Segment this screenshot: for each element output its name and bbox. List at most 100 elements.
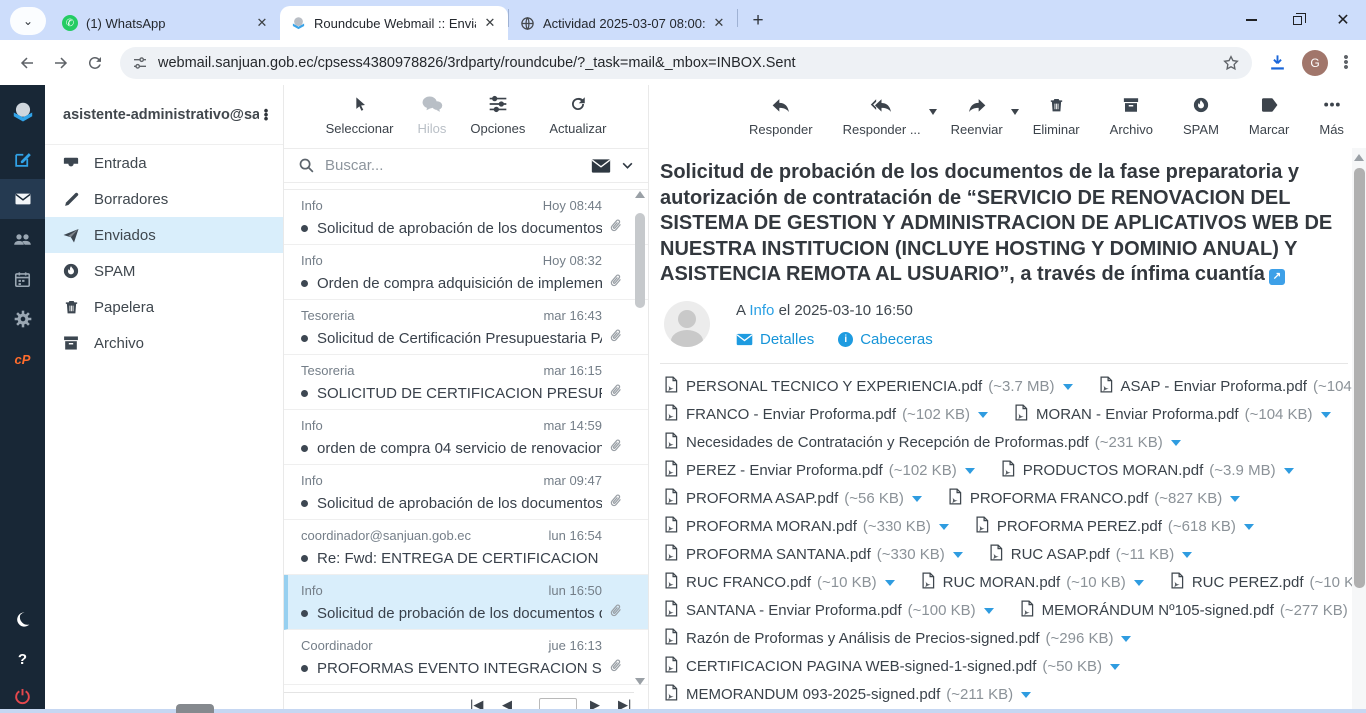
seleccionar-button[interactable]: Seleccionar (326, 94, 394, 148)
tab-actividad[interactable]: Actividad 2025-03-07 08:00:00 ✕ (509, 6, 737, 40)
sidebar-item-borradores[interactable]: Borradores (45, 181, 283, 217)
attachment-dropdown-icon[interactable] (984, 608, 994, 614)
sidebar-item-spam[interactable]: SPAM (45, 253, 283, 289)
bookmark-star-icon[interactable] (1222, 54, 1240, 72)
sidebar-item-papelera[interactable]: Papelera (45, 289, 283, 325)
tab-strip-chevron-icon[interactable]: ⌄ (10, 7, 46, 35)
attachment-item[interactable]: MORAN - Enviar Proforma.pdf(~104 KB) (1014, 404, 1331, 425)
message-row[interactable]: Infolun 16:50Solicitud de probación de l… (284, 575, 648, 630)
list-scrollbar[interactable] (634, 191, 646, 689)
tab-roundcube[interactable]: Roundcube Webmail :: Enviados ✕ (280, 6, 508, 40)
message-row[interactable]: InfoHoy 08:44Solicitud de aprobación de … (284, 190, 648, 245)
attachment-item[interactable]: Razón de Proformas y Análisis de Precios… (664, 628, 1131, 649)
attachment-name[interactable]: PROFORMA ASAP.pdf (686, 490, 838, 507)
compose-icon[interactable] (0, 139, 45, 179)
sidebar-item-enviados[interactable]: Enviados (45, 217, 283, 253)
settings-gear-icon[interactable] (0, 299, 45, 339)
attachment-item[interactable]: FRANCO - Enviar Proforma.pdf(~102 KB) (664, 404, 988, 425)
browser-menu-icon[interactable]: ••• (1336, 55, 1356, 70)
message-row[interactable]: Infomar 14:59orden de compra 04 servicio… (284, 410, 648, 465)
message-row[interactable]: coordinador@sanjuan.gob.eclun 16:54Re: F… (284, 520, 648, 575)
attachment-dropdown-icon[interactable] (885, 580, 895, 586)
attachment-name[interactable]: PRODUCTOS MORAN.pdf (1023, 462, 1204, 479)
attachment-dropdown-icon[interactable] (1021, 692, 1031, 698)
sidebar-item-archivo[interactable]: Archivo (45, 325, 283, 361)
attachment-dropdown-icon[interactable] (1110, 664, 1120, 670)
message-row[interactable]: Coordinadorjue 16:13PROFORMAS EVENTO INT… (284, 630, 648, 685)
forward-button[interactable] (44, 46, 78, 80)
scroll-up-icon[interactable] (1354, 154, 1364, 161)
search-scope-envelope-icon[interactable] (591, 158, 611, 174)
attachment-item[interactable]: RUC PEREZ.pdf(~10 KB) (1170, 572, 1366, 593)
attachment-dropdown-icon[interactable] (1244, 524, 1254, 530)
attachment-dropdown-icon[interactable] (1063, 384, 1073, 390)
attachment-name[interactable]: MEMORANDUM 093-2025-signed.pdf (686, 686, 940, 703)
attachment-item[interactable]: PERSONAL TECNICO Y EXPERIENCIA.pdf(~3.7 … (664, 376, 1073, 397)
external-link-icon[interactable]: ↗ (1269, 269, 1285, 285)
dropdown-caret-icon[interactable] (1011, 109, 1019, 115)
site-settings-icon[interactable] (132, 55, 148, 71)
downloads-icon[interactable] (1260, 46, 1294, 80)
attachment-dropdown-icon[interactable] (965, 468, 975, 474)
attachment-dropdown-icon[interactable] (978, 412, 988, 418)
tab-close-icon[interactable]: ✕ (482, 15, 498, 31)
attachment-name[interactable]: RUC FRANCO.pdf (686, 574, 811, 591)
address-bar[interactable]: webmail.sanjuan.gob.ec/cpsess4380978826/… (120, 47, 1252, 79)
message-row[interactable]: Tesoreriamar 16:43Solicitud de Certifica… (284, 300, 648, 355)
attachment-item[interactable]: PEREZ - Enviar Proforma.pdf(~102 KB) (664, 460, 975, 481)
attachment-item[interactable]: PRODUCTOS MORAN.pdf(~3.9 MB) (1001, 460, 1294, 481)
calendar-icon[interactable] (0, 259, 45, 299)
sidebar-item-entrada[interactable]: Entrada (45, 145, 283, 181)
attachment-item[interactable]: MEMORÁNDUM Nº105-signed.pdf(~277 KB) (1020, 600, 1366, 621)
attachment-name[interactable]: PROFORMA PEREZ.pdf (997, 518, 1162, 535)
attachment-name[interactable]: MEMORÁNDUM Nº105-signed.pdf (1042, 602, 1274, 619)
tab-close-icon[interactable]: ✕ (711, 15, 727, 31)
attachment-name[interactable]: PERSONAL TECNICO Y EXPERIENCIA.pdf (686, 378, 982, 395)
attachment-dropdown-icon[interactable] (912, 496, 922, 502)
search-options-chevron-icon[interactable] (621, 159, 634, 172)
attachment-item[interactable]: RUC MORAN.pdf(~10 KB) (921, 572, 1144, 593)
attachment-name[interactable]: RUC MORAN.pdf (943, 574, 1061, 591)
attachment-dropdown-icon[interactable] (953, 552, 963, 558)
message-row[interactable]: Tesoreriamar 16:15SOLICITUD DE CERTIFICA… (284, 355, 648, 410)
attachment-dropdown-icon[interactable] (1284, 468, 1294, 474)
reader-scrollbar-thumb[interactable] (1354, 168, 1365, 588)
taskbar-app-icon[interactable] (176, 704, 214, 713)
message-row[interactable]: InfoHoy 08:32Orden de compra adquisición… (284, 245, 648, 300)
dark-mode-moon-icon[interactable] (0, 599, 45, 639)
attachment-dropdown-icon[interactable] (1321, 412, 1331, 418)
attachment-name[interactable]: PROFORMA SANTANA.pdf (686, 546, 871, 563)
attachment-item[interactable]: SANTANA - Enviar Proforma.pdf(~100 KB) (664, 600, 994, 621)
attachment-item[interactable]: PROFORMA MORAN.pdf(~330 KB) (664, 516, 949, 537)
restore-button[interactable] (1274, 0, 1320, 40)
responder-button[interactable]: Responder ... (843, 95, 921, 148)
close-button[interactable]: ✕ (1320, 0, 1366, 40)
recipient-link[interactable]: Info (749, 302, 774, 319)
account-menu-icon[interactable]: ••• (259, 109, 273, 121)
new-tab-button[interactable]: + (744, 7, 772, 35)
profile-avatar[interactable]: G (1302, 50, 1328, 76)
attachment-name[interactable]: SANTANA - Enviar Proforma.pdf (686, 602, 902, 619)
marcarbutton[interactable]: Marcar (1249, 95, 1289, 148)
scroll-down-icon[interactable] (635, 678, 645, 685)
attachment-name[interactable]: MORAN - Enviar Proforma.pdf (1036, 406, 1239, 423)
attachment-dropdown-icon[interactable] (939, 524, 949, 530)
search-input[interactable] (325, 157, 581, 174)
tab-whatsapp[interactable]: ✆ (1) WhatsApp ✕ (52, 6, 280, 40)
attachment-item[interactable]: RUC FRANCO.pdf(~10 KB) (664, 572, 895, 593)
reload-button[interactable] (78, 46, 112, 80)
logout-power-icon[interactable] (0, 679, 45, 713)
attachment-name[interactable]: FRANCO - Enviar Proforma.pdf (686, 406, 896, 423)
attachment-dropdown-icon[interactable] (1182, 552, 1192, 558)
eliminarbutton[interactable]: Eliminar (1033, 95, 1080, 148)
attachment-name[interactable]: Razón de Proformas y Análisis de Precios… (686, 630, 1040, 647)
actualizar-button[interactable]: Actualizar (549, 94, 606, 148)
attachment-name[interactable]: PROFORMA MORAN.pdf (686, 518, 857, 535)
details-link[interactable]: Detalles (736, 331, 814, 348)
attachment-name[interactable]: RUC ASAP.pdf (1011, 546, 1110, 563)
contacts-icon[interactable] (0, 219, 45, 259)
attachment-name[interactable]: RUC PEREZ.pdf (1192, 574, 1304, 591)
minimize-button[interactable] (1228, 0, 1274, 40)
attachment-dropdown-icon[interactable] (1121, 636, 1131, 642)
attachment-name[interactable]: ASAP - Enviar Proforma.pdf (1121, 378, 1307, 395)
